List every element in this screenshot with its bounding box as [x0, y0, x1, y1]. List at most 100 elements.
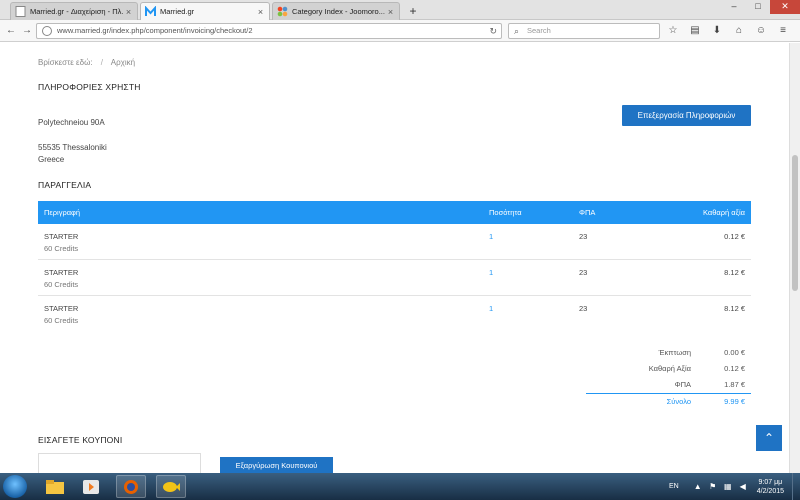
- married-logo-icon: [145, 6, 156, 16]
- browser-tab-married[interactable]: Married.gr ×: [140, 2, 270, 20]
- search-placeholder: Search: [527, 26, 551, 35]
- vat-value: 1.87 €: [724, 380, 745, 389]
- item-quantity: 1: [489, 232, 494, 241]
- browser-toolbar: ☆ ▤ ⬇ ⌂ ☺ ≡: [666, 24, 790, 38]
- discount-line: Έκπτωση 0.00 €: [586, 345, 751, 361]
- browser-tab-admin[interactable]: Married.gr - Διαχείριση - Πλ... ×: [10, 2, 138, 20]
- scrollbar-thumb[interactable]: [792, 155, 798, 291]
- menu-icon[interactable]: ≡: [776, 24, 790, 38]
- address-line-2: 55535 Thessaloniki: [38, 143, 107, 152]
- firefox-icon: [124, 479, 138, 494]
- close-icon[interactable]: ×: [124, 7, 133, 17]
- clock[interactable]: 9:07 μμ 4/2/2015: [757, 478, 784, 496]
- item-subtitle: 60 Credits: [44, 316, 79, 325]
- net-line: Καθαρή Αξία 0.12 €: [586, 361, 751, 377]
- folder-icon: [46, 479, 64, 494]
- item-net-value: 0.12 €: [724, 232, 745, 241]
- flag-icon[interactable]: ⚑: [708, 482, 718, 492]
- table-row: STARTER 60 Credits 1 23 0.12 €: [38, 224, 751, 260]
- column-vat: ΦΠΑ: [579, 208, 596, 217]
- page-scrollbar[interactable]: [789, 43, 800, 473]
- coupon-heading: ΕΙΣΑΓΕΤΕ ΚΟΥΠΟΝΙ: [38, 435, 123, 445]
- home-icon[interactable]: ⌂: [732, 24, 746, 38]
- file-explorer-icon[interactable]: [40, 475, 70, 498]
- tab-title: Category Index - Joomoro...: [292, 7, 385, 16]
- order-table-header: Περιγραφή Ποσότητα ΦΠΑ Καθαρή αξία: [38, 201, 751, 224]
- maximize-icon[interactable]: □: [746, 0, 770, 14]
- bookmark-star-icon[interactable]: ☆: [666, 24, 680, 38]
- search-icon: ⌕: [514, 26, 520, 36]
- total-label: Σύνολο: [666, 397, 691, 406]
- browser-navigation-bar: ← → www.married.gr/index.php/component/i…: [0, 20, 800, 42]
- vat-label: ΦΠΑ: [674, 380, 691, 389]
- scroll-to-top-button[interactable]: ⌃: [756, 425, 782, 451]
- net-value: 0.12 €: [724, 364, 745, 373]
- item-vat: 23: [579, 268, 588, 277]
- download-icon[interactable]: ⬇: [710, 24, 724, 38]
- system-tray: EN ▲ ⚑ ▦ ◀ 9:07 μμ 4/2/2015: [669, 473, 800, 500]
- item-name: STARTER: [44, 304, 79, 313]
- breadcrumb: Βρίσκεστε εδώ: / Αρχική: [38, 58, 135, 67]
- item-name: STARTER: [44, 268, 79, 277]
- table-row: STARTER 60 Credits 1 23 8.12 €: [38, 296, 751, 332]
- user-info-heading: ΠΛΗΡΟΦΟΡΙΕΣ ΧΡΗΣΤΗ: [38, 82, 141, 92]
- total-value: 9.99 €: [724, 397, 745, 406]
- column-net-value: Καθαρή αξία: [703, 208, 745, 217]
- item-quantity: 1: [489, 304, 494, 313]
- language-indicator[interactable]: EN: [669, 483, 679, 490]
- item-name: STARTER: [44, 232, 79, 241]
- browser-tab-joomla[interactable]: Category Index - Joomoro... ×: [272, 2, 400, 20]
- discount-label: Έκπτωση: [658, 348, 691, 357]
- arrow-up-icon[interactable]: ▲: [693, 482, 703, 492]
- fish-icon: [163, 481, 180, 492]
- media-player-icon[interactable]: [76, 475, 106, 498]
- clock-time: 9:07 μμ: [758, 478, 783, 486]
- edit-info-button[interactable]: Επεξεργασία Πληροφοριών: [622, 105, 751, 126]
- forward-arrow-icon[interactable]: →: [20, 24, 34, 38]
- volume-icon[interactable]: ◀: [738, 482, 748, 492]
- show-desktop-button[interactable]: [792, 473, 800, 500]
- joomla-icon: [277, 6, 288, 17]
- discount-value: 0.00 €: [724, 348, 745, 357]
- chevron-up-icon: ⌃: [763, 431, 775, 445]
- table-row: STARTER 60 Credits 1 23 8.12 €: [38, 260, 751, 296]
- globe-icon: [42, 26, 52, 36]
- close-window-icon[interactable]: ✕: [770, 0, 800, 14]
- new-tab-button[interactable]: +: [405, 3, 421, 19]
- order-heading: ΠΑΡΑΓΓΕΛΙΑ: [38, 180, 92, 190]
- vat-line: ΦΠΑ 1.87 €: [586, 377, 751, 393]
- firefox-taskbar-icon[interactable]: [116, 475, 146, 498]
- app-taskbar-icon[interactable]: [156, 475, 186, 498]
- chat-icon[interactable]: ☺: [754, 24, 768, 38]
- breadcrumb-home-link[interactable]: Αρχική: [111, 58, 135, 67]
- clock-date: 4/2/2015: [756, 487, 784, 495]
- browser-tab-strip: Married.gr - Διαχείριση - Πλ... × Marrie…: [0, 0, 800, 20]
- breadcrumb-prefix: Βρίσκεστε εδώ:: [38, 58, 93, 67]
- net-label: Καθαρή Αξία: [648, 364, 691, 373]
- minimize-icon[interactable]: –: [722, 0, 746, 14]
- address-line-1: Polytechneiou 90A: [38, 118, 105, 127]
- order-table: Περιγραφή Ποσότητα ΦΠΑ Καθαρή αξία START…: [38, 201, 751, 332]
- windows-start-button[interactable]: [3, 475, 27, 498]
- column-quantity: Ποσότητα: [489, 208, 522, 217]
- close-icon[interactable]: ×: [256, 7, 265, 17]
- page-content: Βρίσκεστε εδώ: / Αρχική ΠΛΗΡΟΦΟΡΙΕΣ ΧΡΗΣ…: [0, 43, 789, 473]
- item-net-value: 8.12 €: [724, 268, 745, 277]
- back-arrow-icon[interactable]: ←: [4, 24, 18, 38]
- url-text: www.married.gr/index.php/component/invoi…: [57, 26, 253, 35]
- address-bar[interactable]: www.married.gr/index.php/component/invoi…: [36, 23, 502, 39]
- reading-list-icon[interactable]: ▤: [688, 24, 702, 38]
- column-description: Περιγραφή: [44, 208, 81, 217]
- search-input[interactable]: ⌕ Search: [508, 23, 660, 39]
- breadcrumb-separator: /: [100, 58, 104, 67]
- close-icon[interactable]: ×: [386, 7, 395, 17]
- reload-icon[interactable]: ↻: [489, 24, 497, 38]
- redeem-coupon-button[interactable]: Εξαργύρωση Κουπονιού: [220, 457, 333, 473]
- network-icon[interactable]: ▦: [723, 482, 733, 492]
- order-totals: Έκπτωση 0.00 € Καθαρή Αξία 0.12 € ΦΠΑ 1.…: [586, 345, 751, 409]
- item-subtitle: 60 Credits: [44, 244, 79, 253]
- item-subtitle: 60 Credits: [44, 280, 79, 289]
- tab-title: Married.gr - Διαχείριση - Πλ...: [30, 7, 124, 16]
- play-icon: [83, 479, 99, 494]
- coupon-input[interactable]: [38, 453, 201, 473]
